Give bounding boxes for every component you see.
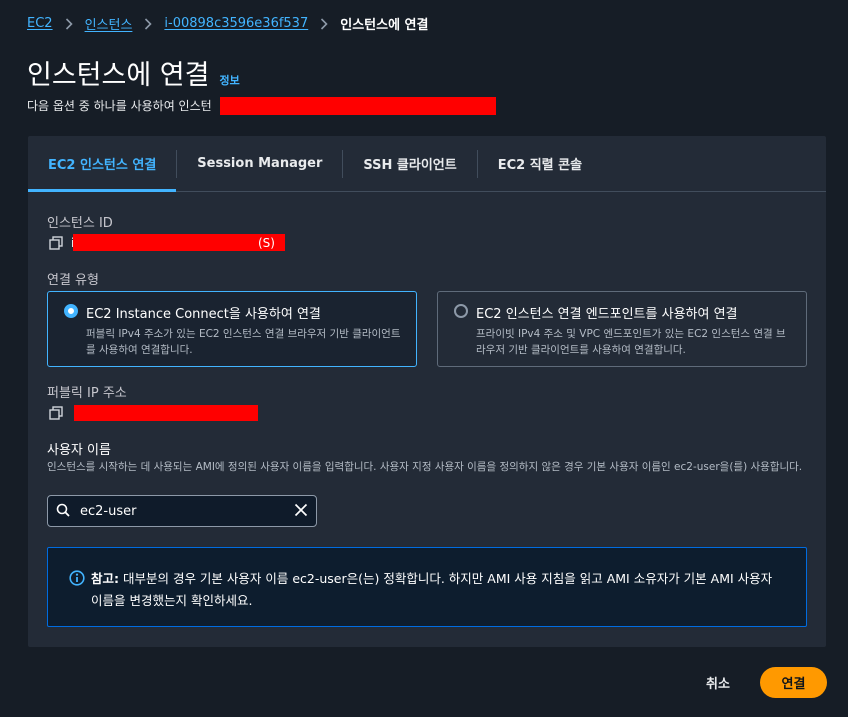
note-bold: 참고: [91,571,119,586]
breadcrumb-instances[interactable]: 인스턴스 [85,14,133,33]
chevron-right-icon [65,17,73,30]
tab-ssh-client[interactable]: SSH 클라이언트 [343,136,476,191]
chevron-right-icon [320,17,328,30]
radio-title: EC2 Instance Connect을 사용하여 연결 [86,307,321,322]
connect-button[interactable]: 연결 [760,667,827,698]
page-title-text: 인스턴스에 연결 [27,60,210,91]
copy-icon[interactable] [49,406,65,422]
tab-serial-console[interactable]: EC2 직렬 콘솔 [478,136,602,191]
radio-endpoint-connect[interactable]: EC2 인스턴스 연결 엔드포인트를 사용하여 연결 프라이빗 IPv4 주소 … [437,291,807,367]
connection-type-label: 연결 유형 [47,273,99,288]
page-description: 다음 옵션 중 하나를 사용하여 인스턴 [27,99,212,113]
tab-list: EC2 인스턴스 연결 Session Manager SSH 클라이언트 EC… [28,136,826,192]
connect-panel: EC2 인스턴스 연결 Session Manager SSH 클라이언트 EC… [28,136,826,647]
breadcrumb-ec2[interactable]: EC2 [27,16,53,31]
instance-id-suffix: (S) [258,236,275,250]
radio-title: EC2 인스턴스 연결 엔드포인트를 사용하여 연결 [476,307,738,322]
cancel-button[interactable]: 취소 [696,667,740,697]
tab-session-manager[interactable]: Session Manager [177,136,342,191]
radio-button[interactable] [64,304,78,318]
info-link[interactable]: 정보 [219,72,239,88]
redaction-bar [74,405,258,421]
breadcrumb-current: 인스턴스에 연결 [340,18,429,33]
radio-description: 프라이빗 IPv4 주소 및 VPC 엔드포인트가 있는 EC2 인스턴스 연결… [476,328,786,356]
breadcrumb-instance-id[interactable]: i-00898c3596e36f537 [164,16,308,31]
radio-button[interactable] [454,304,468,318]
public-ip-label: 퍼블릭 IP 주소 [47,386,127,401]
clear-icon[interactable] [294,503,308,520]
chevron-right-icon [144,17,153,30]
info-icon [69,570,85,586]
instance-id-label: 인스턴스 ID [47,216,113,231]
breadcrumb: EC2 인스턴스 i-00898c3596e36f537 인스턴스에 연결 [27,14,428,33]
copy-icon[interactable] [49,236,65,252]
redaction-bar [73,234,285,251]
note-text: 대부분의 경우 기본 사용자 이름 ec2-user은(는) 정확합니다. 하지… [91,571,773,608]
page-title: 인스턴스에 연결 정보 [27,53,240,92]
info-alert: 참고: 대부분의 경우 기본 사용자 이름 ec2-user은(는) 정확합니다… [47,547,807,627]
username-input-box[interactable] [47,495,317,527]
username-description: 인스턴스를 시작하는 데 사용되는 AMI에 정의된 사용자 이름을 입력합니다… [47,461,803,473]
username-input[interactable] [80,503,294,519]
username-label: 사용자 이름 [47,443,111,458]
radio-ec2-instance-connect[interactable]: EC2 Instance Connect을 사용하여 연결 퍼블릭 IPv4 주… [47,291,417,367]
radio-description: 퍼블릭 IPv4 주소가 있는 EC2 인스턴스 연결 브라우저 기반 클라이언… [86,328,401,356]
search-icon [56,503,70,520]
tab-ec2-instance-connect[interactable]: EC2 인스턴스 연결 [28,136,177,192]
redaction-bar [220,97,496,115]
